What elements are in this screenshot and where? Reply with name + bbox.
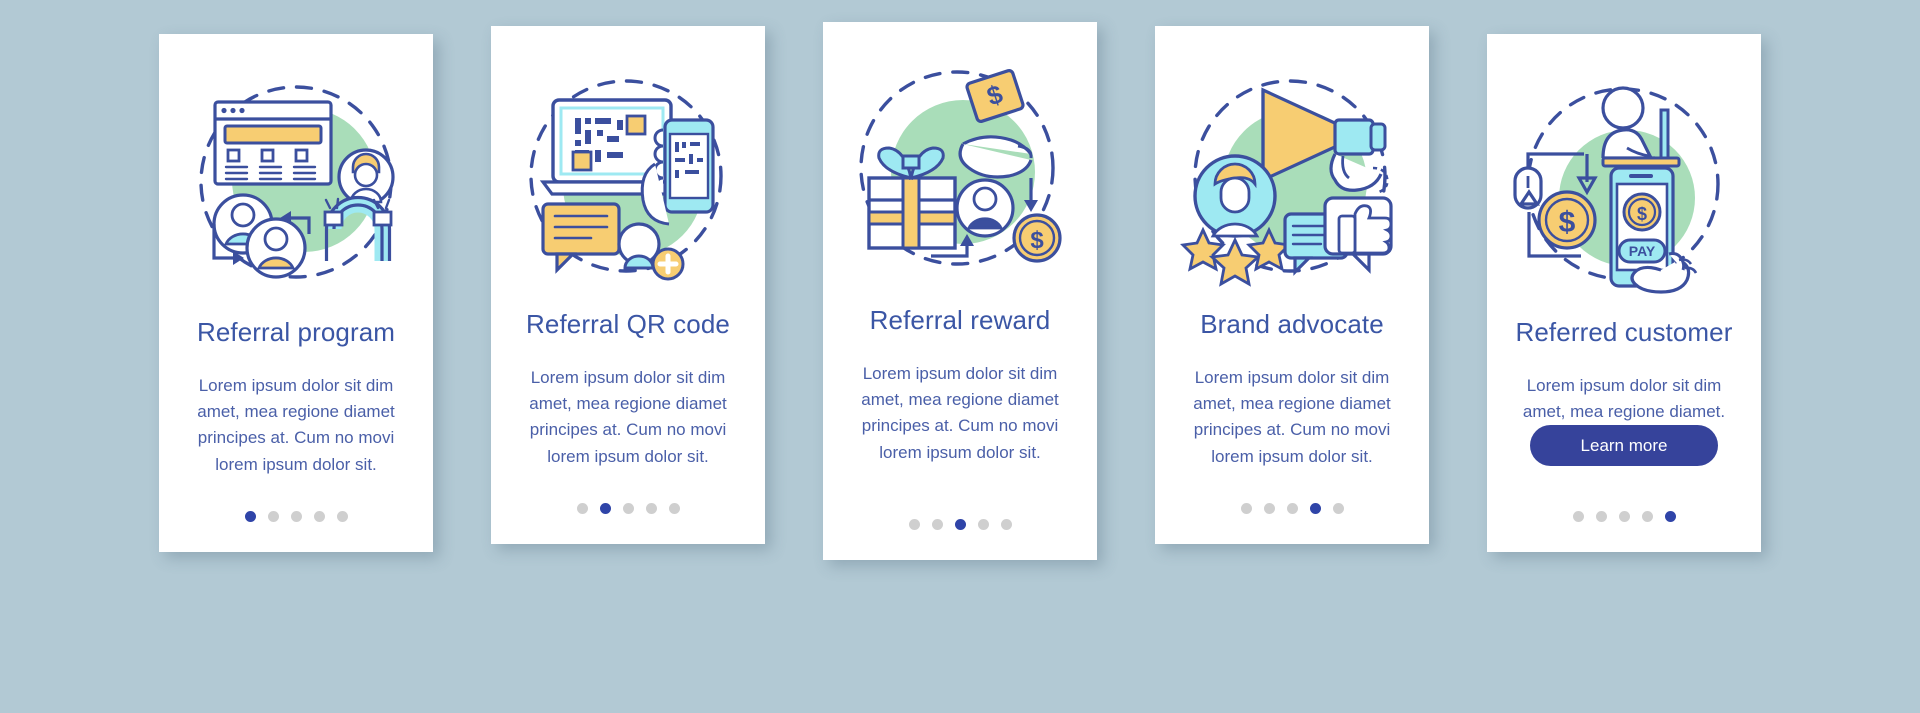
onboarding-card-referral-qr-code[interactable]: Referral QR code Lorem ipsum dolor sit d… <box>491 26 765 544</box>
pagination-dots[interactable] <box>1240 503 1344 514</box>
pagination-dot[interactable] <box>954 519 966 530</box>
pagination-dot[interactable] <box>908 519 920 530</box>
pagination-dot[interactable] <box>977 519 989 530</box>
pagination-dot[interactable] <box>1000 519 1012 530</box>
pagination-dot[interactable] <box>622 503 634 514</box>
referral-qr-code-icon <box>513 64 743 294</box>
pagination-dot[interactable] <box>645 503 657 514</box>
referral-program-icon <box>181 72 411 302</box>
referral-reward-icon: $ $ <box>845 60 1075 290</box>
card-body: Lorem ipsum dolor sit dim amet, mea regi… <box>529 367 727 466</box>
pagination-dots[interactable] <box>576 503 680 514</box>
pagination-dots[interactable] <box>1572 511 1676 522</box>
card-title: Referral reward <box>869 305 1051 335</box>
card-body: Lorem ipsum dolor sit dim amet, mea regi… <box>197 375 395 474</box>
pagination-dot[interactable] <box>576 503 588 514</box>
reward-coin-label: $ <box>1030 227 1044 254</box>
pagination-dot[interactable] <box>1240 503 1252 514</box>
customer-coin-label: $ <box>1559 206 1576 239</box>
card-title: Referral program <box>196 317 396 347</box>
pagination-dot[interactable] <box>313 511 325 522</box>
pagination-dot[interactable] <box>599 503 611 514</box>
pagination-dot[interactable] <box>1664 511 1676 522</box>
pagination-dot[interactable] <box>1263 503 1275 514</box>
brand-advocate-icon <box>1177 64 1407 294</box>
card-body: Lorem ipsum dolor sit dim amet, mea regi… <box>861 363 1059 462</box>
pagination-dots[interactable] <box>908 519 1012 530</box>
card-title: Brand advocate <box>1200 309 1384 339</box>
phone-dollar-label: $ <box>1637 204 1647 224</box>
pagination-dot[interactable] <box>267 511 279 522</box>
onboarding-card-referred-customer[interactable]: $ $ PAY Referred customer Lorem ipsum do… <box>1487 34 1761 552</box>
pagination-dot[interactable] <box>244 511 256 522</box>
pagination-dot[interactable] <box>1618 511 1630 522</box>
card-body: Lorem ipsum dolor sit dim amet, mea regi… <box>1522 375 1726 421</box>
pagination-dot[interactable] <box>1286 503 1298 514</box>
card-body: Lorem ipsum dolor sit dim amet, mea regi… <box>1193 367 1391 466</box>
pagination-dot[interactable] <box>1309 503 1321 514</box>
onboarding-card-referral-reward[interactable]: $ $ Referral reward Lorem ipsum dolor si… <box>823 22 1097 560</box>
pagination-dot[interactable] <box>931 519 943 530</box>
learn-more-button[interactable]: Learn more <box>1530 425 1718 467</box>
card-title: Referral QR code <box>526 309 730 339</box>
onboarding-card-brand-advocate[interactable]: Brand advocate Lorem ipsum dolor sit dim… <box>1155 26 1429 544</box>
onboarding-screens-board: Referral program Lorem ipsum dolor sit d… <box>0 0 1920 713</box>
pay-button-label: PAY <box>1629 243 1656 259</box>
pagination-dot[interactable] <box>1641 511 1653 522</box>
onboarding-card-referral-program[interactable]: Referral program Lorem ipsum dolor sit d… <box>159 34 433 552</box>
pagination-dots[interactable] <box>244 511 348 522</box>
pagination-dot[interactable] <box>336 511 348 522</box>
pagination-dot[interactable] <box>290 511 302 522</box>
pagination-dot[interactable] <box>668 503 680 514</box>
card-title: Referred customer <box>1515 317 1733 347</box>
pagination-dot[interactable] <box>1595 511 1607 522</box>
referred-customer-icon: $ $ PAY <box>1509 72 1739 302</box>
pagination-dot[interactable] <box>1332 503 1344 514</box>
pagination-dot[interactable] <box>1572 511 1584 522</box>
